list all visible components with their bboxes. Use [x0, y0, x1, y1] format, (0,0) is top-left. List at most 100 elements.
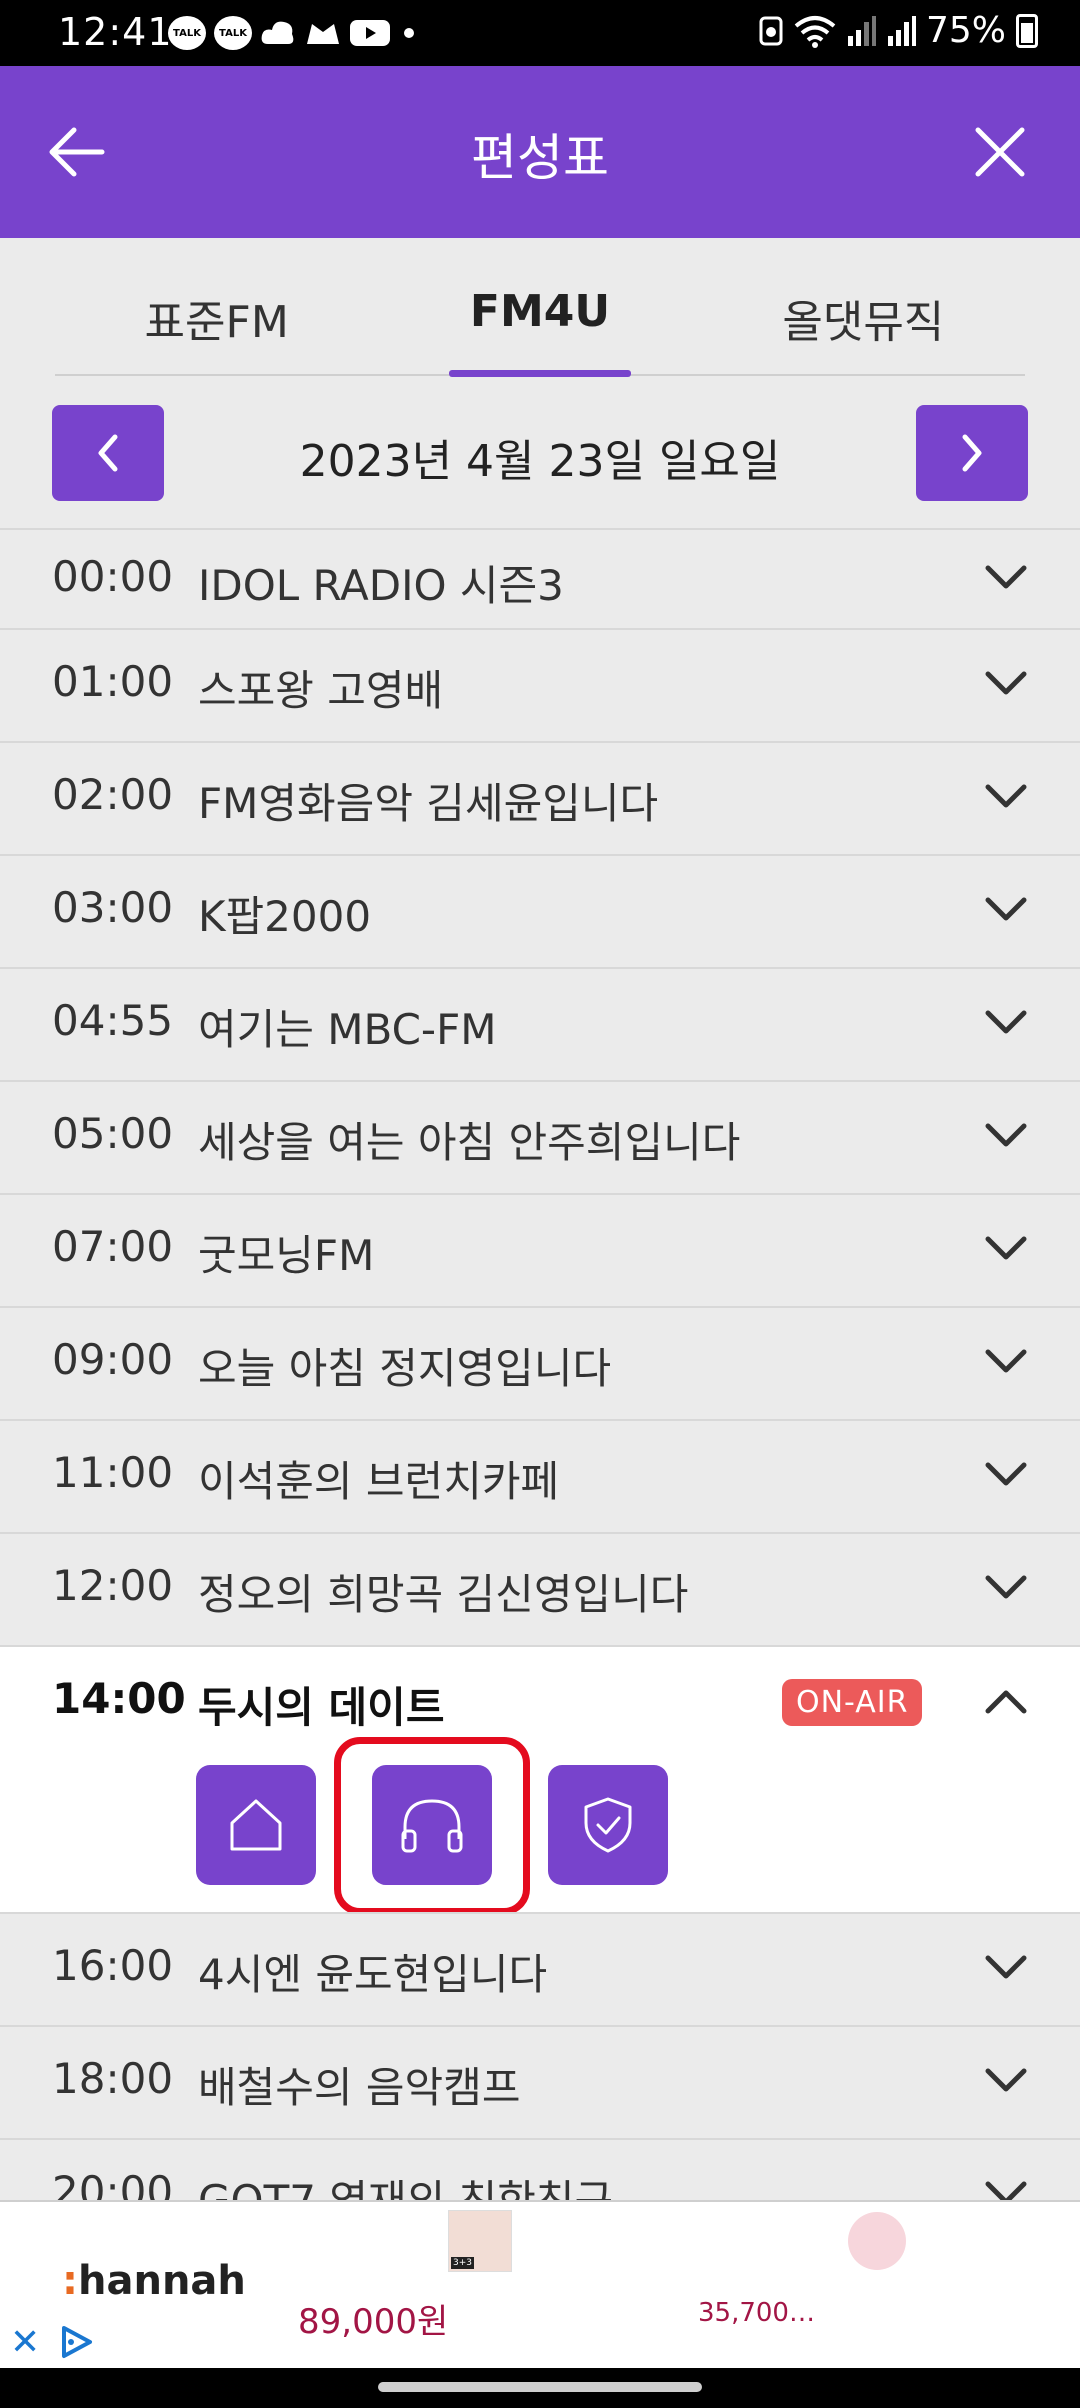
program-time: 09:00: [52, 1335, 174, 1384]
chevron-right-icon: [962, 434, 982, 472]
cloud-icon: [261, 21, 294, 44]
program-row[interactable]: 11:00 이석훈의 브런치카페: [0, 1419, 1080, 1532]
chevron-down-icon[interactable]: [984, 1348, 1028, 1376]
wifi-icon: [794, 15, 836, 48]
program-row[interactable]: 05:00 세상을 여는 아침 안주희입니다: [0, 1080, 1080, 1193]
ad-banner[interactable]: :hannah 3+3 89,000원 35,700… ✕: [0, 2200, 1080, 2368]
ad-close-icon[interactable]: ✕: [10, 2322, 40, 2363]
chevron-down-icon[interactable]: [984, 1009, 1028, 1037]
on-air-badge: ON-AIR: [782, 1679, 923, 1726]
program-time: 14:00: [52, 1674, 186, 1723]
program-security-button[interactable]: [548, 1765, 668, 1885]
listen-live-button[interactable]: [334, 1737, 530, 1915]
kakaotalk-icon: TALK: [214, 16, 252, 50]
program-row[interactable]: 20:00 GOT7 영재의 친한친구: [0, 2138, 1080, 2200]
tab-all-that-music[interactable]: 올댓뮤직: [702, 238, 1025, 374]
program-time: 12:00: [52, 1561, 174, 1610]
chevron-down-icon[interactable]: [984, 783, 1028, 811]
program-time: 20:00: [52, 2167, 174, 2200]
program-home-button[interactable]: [196, 1765, 316, 1885]
chevron-down-icon[interactable]: [984, 1574, 1028, 1602]
signal-icon: [887, 15, 916, 46]
app-header: 편성표: [0, 66, 1080, 238]
chevron-up-icon[interactable]: [984, 1687, 1028, 1715]
program-row[interactable]: 01:00 스포왕 고영배: [0, 628, 1080, 741]
program-list: 00:00 IDOL RADIO 시즌3 01:00 스포왕 고영배 02:00…: [0, 528, 1080, 2200]
gesture-handle[interactable]: [378, 2382, 702, 2392]
previous-day-button[interactable]: [52, 405, 164, 501]
chevron-down-icon[interactable]: [984, 1954, 1028, 1982]
ad-price[interactable]: 35,700…: [698, 2298, 815, 2328]
chevron-down-icon[interactable]: [984, 670, 1028, 698]
program-time: 16:00: [52, 1941, 174, 1990]
ad-product-badge: 3+3: [451, 2257, 474, 2269]
close-icon[interactable]: [960, 112, 1040, 192]
program-name: K팝2000: [198, 892, 372, 941]
highlight-box: [334, 1737, 530, 1915]
program-name: 두시의 데이트: [198, 1683, 445, 1732]
program-time: 07:00: [52, 1222, 174, 1271]
program-name: GOT7 영재의 친한친구: [198, 2167, 613, 2200]
chevron-down-icon[interactable]: [984, 1461, 1028, 1489]
program-row[interactable]: 04:55 여기는 MBC-FM: [0, 967, 1080, 1080]
ad-brand[interactable]: :hannah: [62, 2258, 246, 2304]
recycle-icon: [759, 16, 783, 45]
program-row[interactable]: 07:00 굿모닝FM: [0, 1193, 1080, 1306]
youtube-icon: [350, 20, 390, 46]
ad-price[interactable]: 89,000원: [298, 2294, 448, 2343]
chevron-down-icon[interactable]: [984, 564, 1028, 592]
chevron-left-icon: [98, 434, 118, 472]
program-row[interactable]: 00:00 IDOL RADIO 시즌3: [0, 528, 1080, 628]
program-time: 00:00: [52, 552, 174, 601]
status-time: 12:41: [58, 10, 173, 54]
program-name: 이석훈의 브런치카페: [198, 1457, 560, 1506]
channel-tabs: 표준FM FM4U 올댓뮤직: [55, 238, 1025, 377]
next-day-button[interactable]: [916, 405, 1028, 501]
date-navigator: 2023년 4월 23일 일요일: [0, 405, 1080, 501]
program-name: 세상을 여는 아침 안주희입니다: [198, 1118, 741, 1167]
tab-standard-fm[interactable]: 표준FM: [55, 238, 378, 374]
program-row[interactable]: 12:00 정오의 희망곡 김신영입니다: [0, 1532, 1080, 1645]
game-icon: [307, 24, 339, 44]
signal-r-icon: [847, 15, 876, 46]
chevron-down-icon[interactable]: [984, 2180, 1028, 2200]
system-nav-bar: [0, 2368, 1080, 2408]
program-row[interactable]: 16:00 4시엔 윤도현입니다: [0, 1912, 1080, 2025]
status-bar: 12:41 TALK TALK 75%: [0, 0, 1080, 66]
program-row[interactable]: 03:00 K팝2000: [0, 854, 1080, 967]
program-row-on-air[interactable]: 14:00 두시의 데이트 ON-AIR: [0, 1645, 1080, 1915]
program-time: 01:00: [52, 657, 174, 706]
status-right: 75%: [758, 10, 1038, 51]
program-time: 18:00: [52, 2054, 174, 2103]
page-title: 편성표: [471, 129, 609, 187]
program-name: 굿모닝FM: [198, 1231, 375, 1280]
schedule-content: 표준FM FM4U 올댓뮤직 2023년 4월 23일 일요일 00:00 ID…: [0, 238, 1080, 2200]
program-name: 여기는 MBC-FM: [198, 1005, 497, 1054]
adchoices-icon[interactable]: [58, 2324, 96, 2360]
program-actions: [196, 1737, 668, 1915]
chevron-down-icon[interactable]: [984, 1235, 1028, 1263]
program-time: 05:00: [52, 1109, 174, 1158]
program-time: 02:00: [52, 770, 174, 819]
chevron-down-icon[interactable]: [984, 1122, 1028, 1150]
program-row[interactable]: 09:00 오늘 아침 정지영입니다: [0, 1306, 1080, 1419]
program-name: 4시엔 윤도현입니다: [198, 1950, 548, 1999]
chevron-down-icon[interactable]: [984, 2067, 1028, 2095]
program-row[interactable]: 18:00 배철수의 음악캠프: [0, 2025, 1080, 2138]
kakaotalk-icon: TALK: [168, 16, 206, 50]
chevron-down-icon[interactable]: [984, 896, 1028, 924]
ad-product-image[interactable]: [848, 2212, 906, 2270]
ad-brand-label: hannah: [78, 2258, 246, 2304]
program-name: 정오의 희망곡 김신영입니다: [198, 1570, 689, 1619]
ad-product-image[interactable]: 3+3: [448, 2210, 512, 2272]
program-name: 오늘 아침 정지영입니다: [198, 1344, 612, 1393]
program-time: 03:00: [52, 883, 174, 932]
current-date: 2023년 4월 23일 일요일: [299, 436, 781, 487]
tab-fm4u[interactable]: FM4U: [378, 238, 701, 377]
program-time: 11:00: [52, 1448, 174, 1497]
brand-dots: :: [62, 2258, 78, 2304]
program-name: 스포왕 고영배: [198, 666, 444, 715]
more-notifications-dot: [404, 28, 414, 38]
program-row[interactable]: 02:00 FM영화음악 김세윤입니다: [0, 741, 1080, 854]
shield-check-icon: [584, 1797, 632, 1853]
